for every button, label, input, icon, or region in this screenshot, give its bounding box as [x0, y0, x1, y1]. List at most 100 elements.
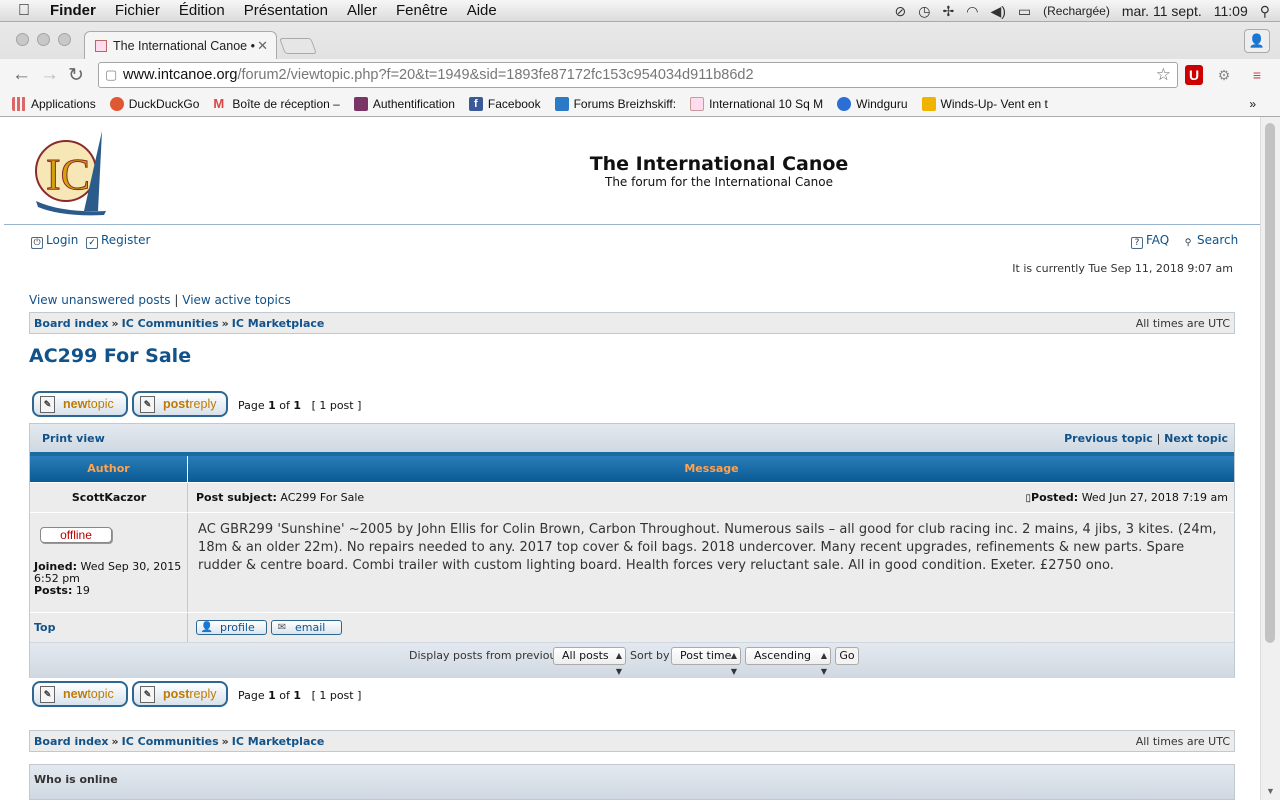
url-host: www.intcanoe.org — [123, 67, 238, 83]
battery-icon[interactable]: ▭ — [1018, 3, 1031, 20]
view-unanswered-link[interactable]: View unanswered posts — [29, 293, 171, 307]
gmail-icon: M — [213, 95, 225, 111]
menu-finder[interactable]: Finder — [50, 2, 96, 19]
next-topic-link[interactable]: Next topic — [1164, 432, 1228, 445]
bookmark-facebook[interactable]: f Facebook — [468, 96, 541, 111]
menu-fichier[interactable]: Fichier — [115, 2, 160, 19]
bookmark-applications[interactable]: Applications — [12, 96, 96, 111]
wifi-icon[interactable]: ◠ — [966, 3, 978, 20]
menu-presentation[interactable]: Présentation — [244, 2, 328, 19]
login-label[interactable]: Login — [46, 233, 78, 247]
zoom-window-button[interactable] — [58, 33, 71, 46]
bookmark-breizhskiff[interactable]: Forums Breizhskiff: — [554, 96, 677, 111]
bookmark-label: Boîte de réception – — [232, 96, 340, 111]
spotlight-icon[interactable]: ⚲ — [1260, 3, 1270, 20]
time-machine-icon[interactable]: ◷ — [918, 3, 930, 20]
posts-label: Posts: — [34, 584, 73, 597]
reload-icon[interactable]: ↻ — [68, 64, 84, 87]
author-profile: Joined: Wed Sep 30, 2015 6:52 pm Posts: … — [34, 561, 184, 597]
no-entry-icon[interactable]: ⊘ — [895, 3, 907, 20]
top-link[interactable]: Top — [34, 621, 55, 634]
browser-chrome: The International Canoe • ✕ 👤 ← → ↻ ▢ ww… — [0, 22, 1280, 117]
volume-icon[interactable]: ◀) — [990, 3, 1005, 20]
bookmark-star-icon[interactable]: ☆ — [1156, 63, 1171, 87]
previous-topic-link[interactable]: Previous topic — [1064, 432, 1153, 445]
menu-edition[interactable]: Édition — [179, 2, 225, 19]
post-reply-button-bottom[interactable]: ✎ postreply — [132, 681, 228, 707]
scrollbar-thumb[interactable] — [1265, 123, 1275, 643]
bookmark-gmail[interactable]: M Boîte de réception – — [213, 95, 340, 111]
back-arrow-icon[interactable]: ← — [12, 64, 31, 86]
sort-direction-select[interactable]: Ascending ▲ ▼ — [745, 647, 831, 676]
crumb-separator: » — [221, 735, 229, 748]
new-topic-button[interactable]: ✎ newtopic — [32, 391, 128, 417]
crumb-ic-marketplace[interactable]: IC Marketplace — [232, 735, 325, 748]
login-link[interactable]: ⏻ Login — [31, 233, 78, 249]
topic-title[interactable]: AC299 For Sale — [29, 345, 191, 367]
timezone-note: All times are UTC — [1135, 317, 1230, 330]
search-label[interactable]: Search — [1197, 233, 1238, 247]
crumb-ic-marketplace[interactable]: IC Marketplace — [232, 317, 325, 330]
bookmark-winds-up[interactable]: Winds-Up- Vent en t — [921, 96, 1048, 111]
menu-aide[interactable]: Aide — [467, 2, 497, 19]
crumb-ic-communities[interactable]: IC Communities — [122, 735, 219, 748]
close-tab-icon[interactable]: ✕ — [257, 38, 268, 54]
register-label[interactable]: Register — [101, 233, 150, 247]
extension-gear-icon[interactable]: ⚙ — [1214, 65, 1234, 85]
new-tab-button[interactable] — [279, 38, 317, 54]
browser-tab[interactable]: The International Canoe • ✕ — [84, 31, 277, 59]
topic-table: Print view Previous topic | Next topic A… — [29, 423, 1235, 678]
page-label: Page — [238, 689, 265, 702]
profile-icon[interactable]: 👤 — [1244, 29, 1270, 53]
current-time: It is currently Tue Sep 11, 2018 9:07 am — [1012, 262, 1233, 275]
bookmark-label: Forums Breizhskiff: — [573, 96, 677, 111]
scroll-down-arrow-icon[interactable]: ▼ — [1266, 786, 1275, 796]
forum-icon — [554, 96, 569, 111]
apps-grid-icon — [12, 96, 26, 111]
forward-arrow-icon[interactable]: → — [40, 64, 59, 86]
menubar-date[interactable]: mar. 11 sept. — [1122, 3, 1202, 19]
bookmark-duckduckgo[interactable]: DuckDuckGo — [109, 96, 199, 111]
register-link[interactable]: ✓ Register — [86, 233, 150, 249]
menubar-time[interactable]: 11:09 — [1214, 3, 1248, 19]
posted-label: Posted: — [1031, 491, 1079, 504]
bookmark-international-10[interactable]: International 10 Sq M — [690, 96, 823, 111]
crumb-board-index[interactable]: Board index — [34, 735, 109, 748]
crumb-board-index[interactable]: Board index — [34, 317, 109, 330]
vertical-scrollbar[interactable]: ▼ — [1260, 117, 1280, 800]
menu-fenetre[interactable]: Fenêtre — [396, 2, 448, 19]
bookmark-windguru[interactable]: Windguru — [837, 96, 908, 111]
menu-aller[interactable]: Aller — [347, 2, 377, 19]
email-button[interactable]: ✉ email — [271, 620, 342, 635]
bookmarks-overflow-button[interactable]: » — [1249, 97, 1256, 111]
post-body: AC GBR299 'Sunshine' ~2005 by John Ellis… — [198, 522, 1217, 573]
minimize-window-button[interactable] — [37, 33, 50, 46]
new-topic-button-bottom[interactable]: ✎ newtopic — [32, 681, 128, 707]
page-label: Page — [238, 399, 265, 412]
close-window-button[interactable] — [16, 33, 29, 46]
post-reply-button[interactable]: ✎ postreply — [132, 391, 228, 417]
duckduckgo-icon — [109, 96, 124, 111]
sort-direction-value: Ascending — [754, 649, 812, 662]
page-info-icon[interactable]: ▢ — [105, 63, 117, 87]
post-reply-icon: ✎ — [140, 685, 155, 703]
days-select[interactable]: All posts ▲ ▼ — [553, 647, 626, 676]
profile-button[interactable]: 👤 profile — [196, 620, 267, 635]
extension-red-icon[interactable]: U — [1185, 65, 1203, 85]
faq-label[interactable]: FAQ — [1146, 233, 1169, 247]
go-button[interactable]: Go — [835, 647, 859, 665]
post-author[interactable]: ScottKaczor — [30, 491, 188, 504]
menu-icon[interactable]: ≡ — [1248, 65, 1266, 85]
facebook-icon: f — [468, 96, 483, 111]
bookmark-authentification[interactable]: Authentification — [353, 96, 455, 111]
bluetooth-icon[interactable]: ✢ — [943, 3, 955, 20]
view-active-link[interactable]: View active topics — [182, 293, 290, 307]
battery-status[interactable]: (Rechargée) — [1043, 4, 1110, 18]
sort-key-select[interactable]: Post time ▲ ▼ — [671, 647, 741, 676]
print-view-link[interactable]: Print view — [42, 432, 105, 445]
search-link[interactable]: ⚲ Search — [1182, 233, 1239, 250]
apple-icon[interactable]:  — [18, 2, 36, 20]
crumb-ic-communities[interactable]: IC Communities — [122, 317, 219, 330]
faq-link[interactable]: ? FAQ — [1131, 233, 1169, 249]
address-bar[interactable]: ▢ www.intcanoe.org/forum2/viewtopic.php?… — [98, 62, 1178, 88]
